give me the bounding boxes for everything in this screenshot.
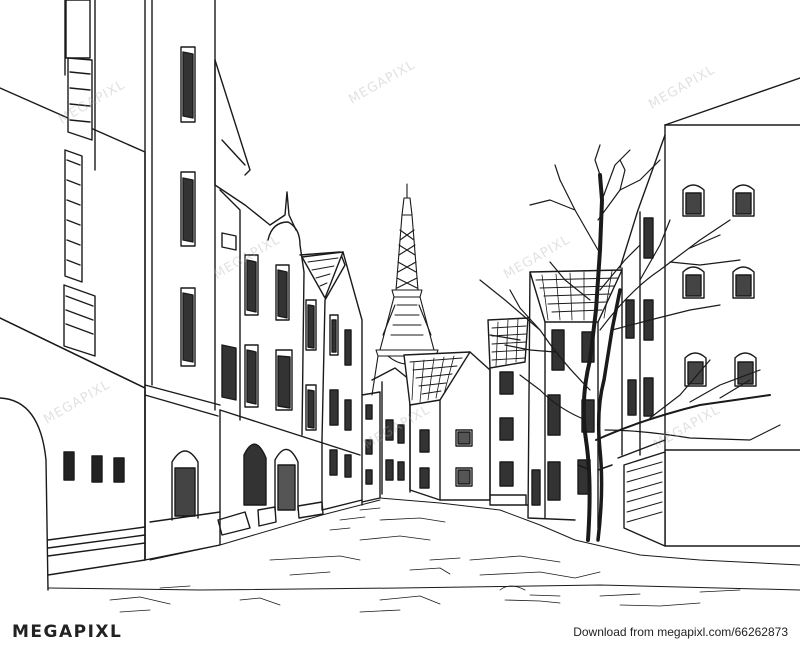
megapixl-logo[interactable]: MEGAPIXL xyxy=(12,622,122,642)
cobbled-street xyxy=(47,497,800,613)
right-large-building xyxy=(617,77,800,547)
ground-windows xyxy=(63,451,125,483)
tall-tower-building xyxy=(144,0,251,561)
tiled-roof-building xyxy=(301,251,381,511)
sketch-stage: MEGAPIXL MEGAPIXL MEGAPIXL MEGAPIXL MEGA… xyxy=(0,0,800,647)
right-mid-building xyxy=(527,269,623,529)
download-credit-link[interactable]: Download from megapixl.com/66262873 xyxy=(573,625,788,639)
stock-footer-bar: MEGAPIXL Download from megapixl.com/6626… xyxy=(0,616,800,647)
